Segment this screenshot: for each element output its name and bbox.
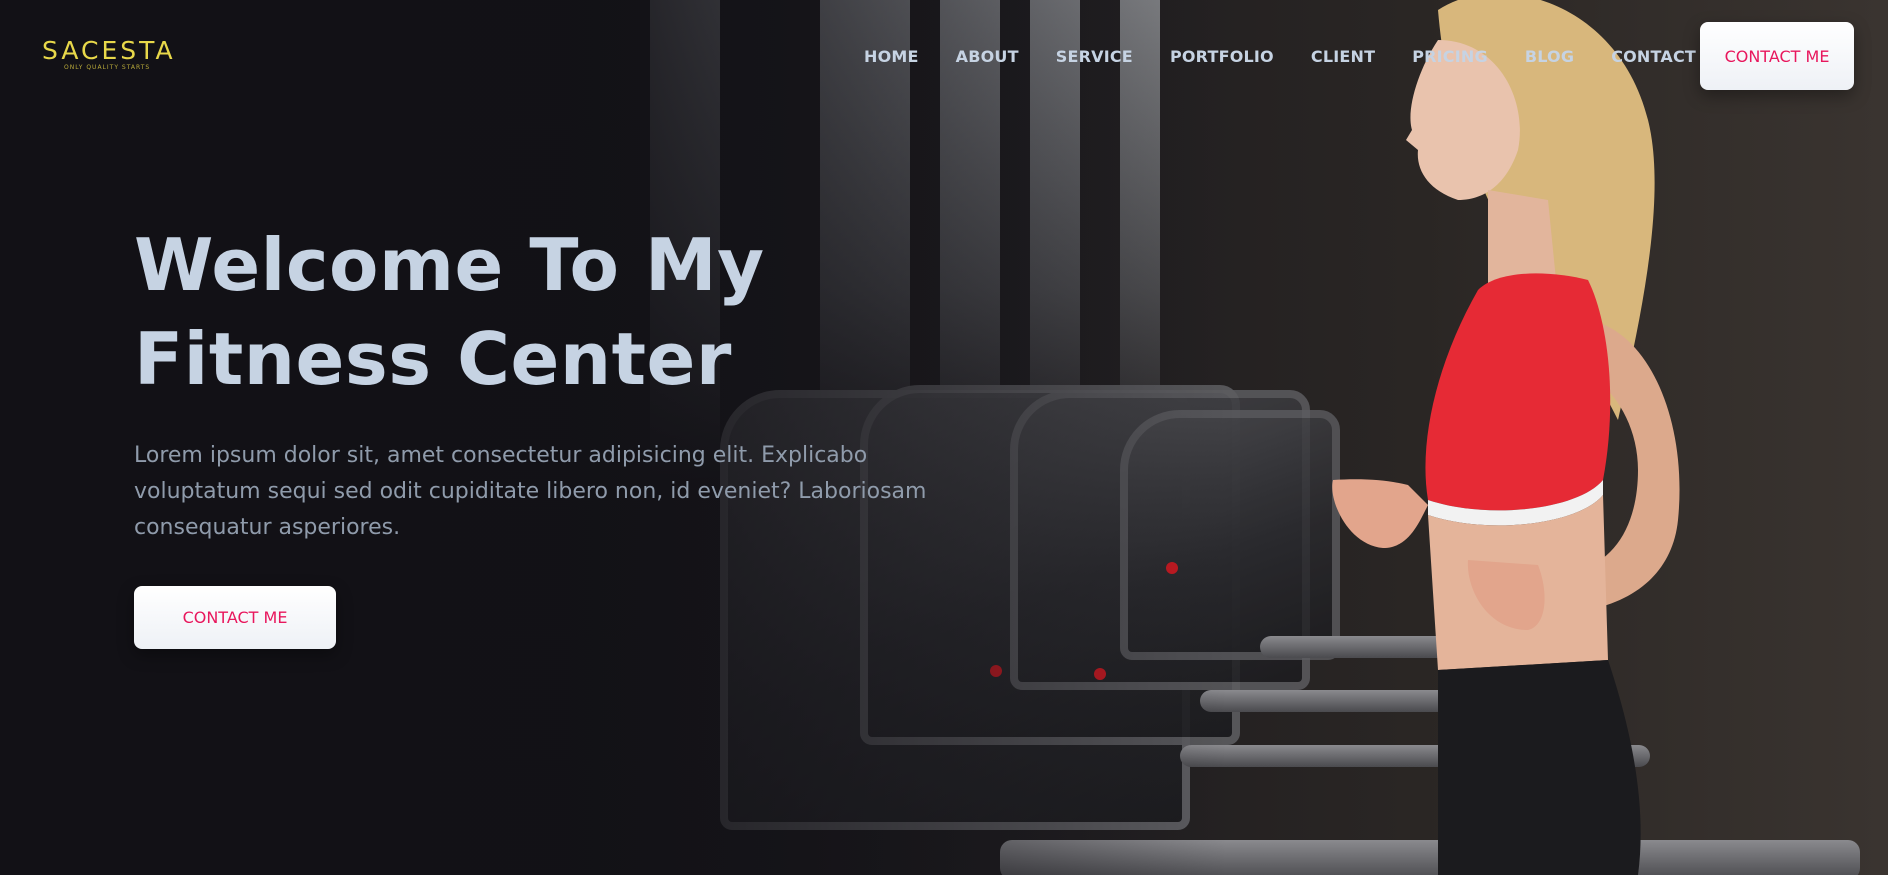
nav-item-about: ABOUT <box>956 47 1019 66</box>
hero-contact-me-button[interactable]: CONTACT ME <box>134 586 336 649</box>
nav-item-service: SERVICE <box>1056 47 1133 66</box>
nav-item-contact: CONTACT <box>1611 47 1696 66</box>
nav-contact-me-button[interactable]: CONTACT ME <box>1700 22 1854 90</box>
brand-tagline: ONLY QUALITY STARTS <box>64 64 151 71</box>
nav-item-blog: BLOG <box>1525 47 1574 66</box>
hero-description: Lorem ipsum dolor sit, amet consectetur … <box>134 443 927 540</box>
brand-logo[interactable]: SACESTA ONLY QUALITY STARTS <box>42 36 176 72</box>
hero-content: Welcome To My Fitness Center Lorem ipsum… <box>134 218 954 546</box>
nav-link-contact[interactable]: CONTACT <box>1611 47 1696 66</box>
nav-link-about[interactable]: ABOUT <box>956 47 1019 66</box>
nav-item-pricing: PRICING <box>1412 47 1488 66</box>
nav-link-blog[interactable]: BLOG <box>1525 47 1574 66</box>
nav-item-client: CLIENT <box>1311 47 1375 66</box>
nav-link-home[interactable]: HOME <box>864 47 919 66</box>
nav-link-pricing[interactable]: PRICING <box>1412 47 1488 66</box>
brand-name: SACESTA <box>42 36 176 65</box>
nav-item-portfolio: PORTFOLIO <box>1170 47 1274 66</box>
nav-link-service[interactable]: SERVICE <box>1056 47 1133 66</box>
nav-menu: HOME ABOUT SERVICE PORTFOLIO CLIENT PRIC… <box>864 47 1733 66</box>
hero-title-line-2: Fitness Center <box>134 317 732 401</box>
nav-item-home: HOME <box>864 47 919 66</box>
navbar: SACESTA ONLY QUALITY STARTS HOME ABOUT S… <box>0 0 1888 112</box>
nav-link-client[interactable]: CLIENT <box>1311 47 1375 66</box>
hero-title-line-1: Welcome To My <box>134 223 765 307</box>
hero-title: Welcome To My Fitness Center <box>134 218 954 406</box>
hero-section: SACESTA ONLY QUALITY STARTS HOME ABOUT S… <box>0 0 1888 875</box>
nav-link-portfolio[interactable]: PORTFOLIO <box>1170 47 1274 66</box>
